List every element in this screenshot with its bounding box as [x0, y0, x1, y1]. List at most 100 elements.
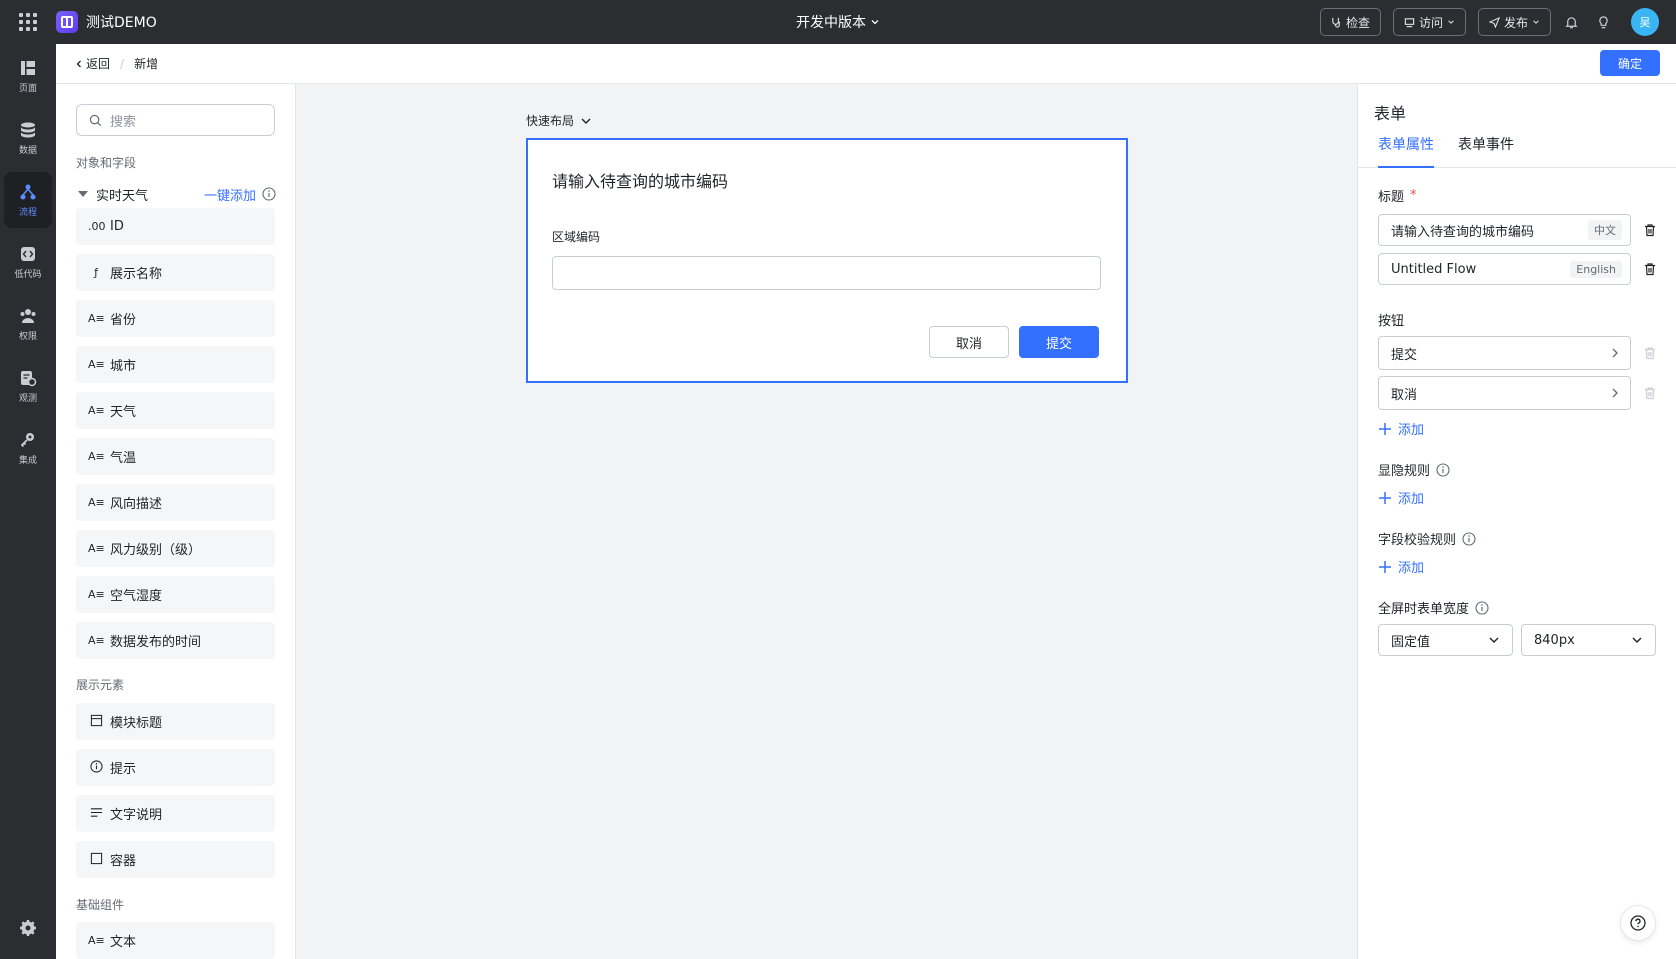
publish-button[interactable]: 发布 — [1477, 8, 1551, 36]
key-icon — [20, 432, 34, 447]
display-item[interactable]: 模块标题 — [76, 703, 275, 740]
question-icon — [1630, 915, 1646, 931]
info-icon — [1475, 600, 1489, 615]
object-group-header[interactable]: 实时天气 一键添加 — [76, 184, 276, 204]
confirm-button[interactable]: 确定 — [1599, 50, 1660, 76]
info-icon — [1462, 531, 1476, 546]
field-item[interactable]: A≡ 气温 — [76, 438, 275, 475]
width-mode-select[interactable]: 固定值 — [1378, 624, 1513, 656]
visit-button[interactable]: 访问 — [1392, 8, 1466, 36]
formula-field-icon: ƒ — [94, 266, 98, 279]
breadcrumb-current: 新增 — [134, 57, 159, 71]
info-icon — [88, 759, 104, 776]
check-button[interactable]: 检查 — [1319, 8, 1381, 36]
title-label-text: 标题 — [1378, 190, 1405, 205]
display-item[interactable]: 提示 — [76, 749, 275, 786]
lightbulb-icon[interactable] — [1595, 14, 1611, 30]
container-icon — [88, 852, 104, 868]
chevron-right-icon — [1612, 388, 1618, 398]
block-title-icon — [88, 714, 104, 730]
chevron-down-icon — [1632, 637, 1642, 643]
trash-icon[interactable] — [1643, 262, 1657, 276]
database-icon — [21, 122, 35, 137]
field-label: 风力级别（级） — [110, 543, 202, 558]
trash-icon[interactable] — [1643, 223, 1657, 237]
nav-item-flow[interactable]: 流程 — [4, 172, 52, 228]
field-item[interactable]: A≡ 风向描述 — [76, 484, 275, 521]
add-label: 添加 — [1398, 561, 1425, 576]
text-field-icon: A≡ — [88, 496, 105, 509]
add-label: 添加 — [1398, 423, 1425, 438]
nav-item-page[interactable]: 页面 — [4, 48, 52, 104]
user-avatar[interactable]: 吴 — [1631, 8, 1659, 36]
field-item[interactable]: A≡ 天气 — [76, 392, 275, 429]
panel-title: 表单 — [1374, 104, 1407, 123]
app-title: 测试DEMO — [86, 15, 157, 31]
one-click-add-button[interactable]: 一键添加 — [204, 185, 276, 204]
display-item[interactable]: 容器 — [76, 841, 275, 878]
nav-item-integration[interactable]: 集成 — [4, 420, 52, 476]
field-item[interactable]: A≡ 省份 — [76, 300, 275, 337]
version-label: 开发中版本 — [796, 15, 866, 31]
chevron-right-icon — [1612, 348, 1618, 358]
field-item[interactable]: A≡ 风力级别（级） — [76, 530, 275, 567]
field-item[interactable]: ƒ 展示名称 — [76, 254, 275, 291]
chevron-down-icon — [1448, 20, 1454, 24]
chevron-left-icon — [76, 60, 81, 67]
lang-tag-zh: 中文 — [1588, 220, 1622, 240]
help-button[interactable] — [1620, 905, 1656, 941]
region-code-input[interactable] — [552, 256, 1101, 290]
app-launcher-button[interactable] — [0, 0, 56, 44]
tab-form-properties[interactable]: 表单属性 — [1378, 134, 1434, 168]
left-nav: 页面 数据 流程 低代码 权限 观测 集成 — [0, 44, 56, 959]
component-panel: 搜索 对象和字段 实时天气 一键添加 .00 ID ƒ 展示名称 A≡ 省份 A≡ 城市… — [56, 84, 296, 959]
add-button-link[interactable]: 添加 — [1378, 419, 1424, 438]
form-preview[interactable]: 请输入待查询的城市编码 区域编码 取消 提交 — [526, 138, 1128, 383]
text-field-icon: A≡ — [88, 634, 105, 647]
title-en-input[interactable]: Untitled Flow English — [1378, 253, 1631, 285]
monitor-icon — [1404, 17, 1415, 27]
version-selector[interactable]: 开发中版本 — [796, 12, 880, 32]
width-value: 840px — [1534, 632, 1575, 648]
text-field-icon: A≡ — [88, 358, 105, 371]
form-cancel-button[interactable]: 取消 — [929, 326, 1009, 358]
back-button[interactable]: 返回 — [74, 55, 110, 72]
number-field-icon: .00 — [88, 220, 106, 233]
add-visibility-rule-link[interactable]: 添加 — [1378, 488, 1424, 507]
caret-down-icon — [78, 191, 88, 197]
title-zh-input[interactable]: 请输入待查询的城市编码 中文 — [1378, 214, 1631, 246]
chevron-down-icon — [581, 118, 591, 124]
field-label: 天气 — [110, 405, 137, 420]
section-title-display: 展示元素 — [76, 678, 125, 692]
nav-item-monitor[interactable]: 观测 — [4, 358, 52, 414]
field-item[interactable]: .00 ID — [76, 208, 275, 245]
width-value-select[interactable]: 840px — [1521, 624, 1656, 656]
settings-button[interactable] — [0, 919, 56, 937]
add-validation-rule-link[interactable]: 添加 — [1378, 557, 1424, 576]
field-item[interactable]: A≡ 空气湿度 — [76, 576, 275, 613]
bell-icon[interactable] — [1563, 14, 1579, 30]
nav-label: 观测 — [18, 393, 37, 404]
form-submit-button[interactable]: 提交 — [1019, 326, 1099, 358]
field-label: 风向描述 — [110, 497, 163, 512]
lang-tag-en: English — [1570, 260, 1622, 278]
trash-icon[interactable] — [1643, 346, 1657, 360]
buttons-label: 按钮 — [1378, 314, 1405, 329]
quick-layout-dropdown[interactable]: 快速布局 — [526, 112, 592, 129]
basic-item[interactable]: A≡ 文本 — [76, 922, 275, 959]
field-item[interactable]: A≡ 数据发布的时间 — [76, 622, 275, 659]
info-icon — [262, 187, 276, 201]
nav-item-permission[interactable]: 权限 — [4, 296, 52, 352]
display-item[interactable]: 文字说明 — [76, 795, 275, 832]
nav-item-data[interactable]: 数据 — [4, 110, 52, 166]
top-bar: 测试DEMO 开发中版本 检查 访问 发布 吴 — [0, 0, 1676, 44]
search-input[interactable]: 搜索 — [76, 104, 275, 136]
trash-icon[interactable] — [1643, 386, 1657, 400]
button-config-cancel[interactable]: 取消 — [1378, 376, 1631, 410]
field-label: 气温 — [110, 451, 137, 466]
field-item[interactable]: A≡ 城市 — [76, 346, 275, 383]
nav-item-lowcode[interactable]: 低代码 — [4, 234, 52, 290]
button-config-submit[interactable]: 提交 — [1378, 336, 1631, 370]
nav-label: 流程 — [18, 207, 37, 218]
tab-form-events[interactable]: 表单事件 — [1458, 134, 1514, 168]
